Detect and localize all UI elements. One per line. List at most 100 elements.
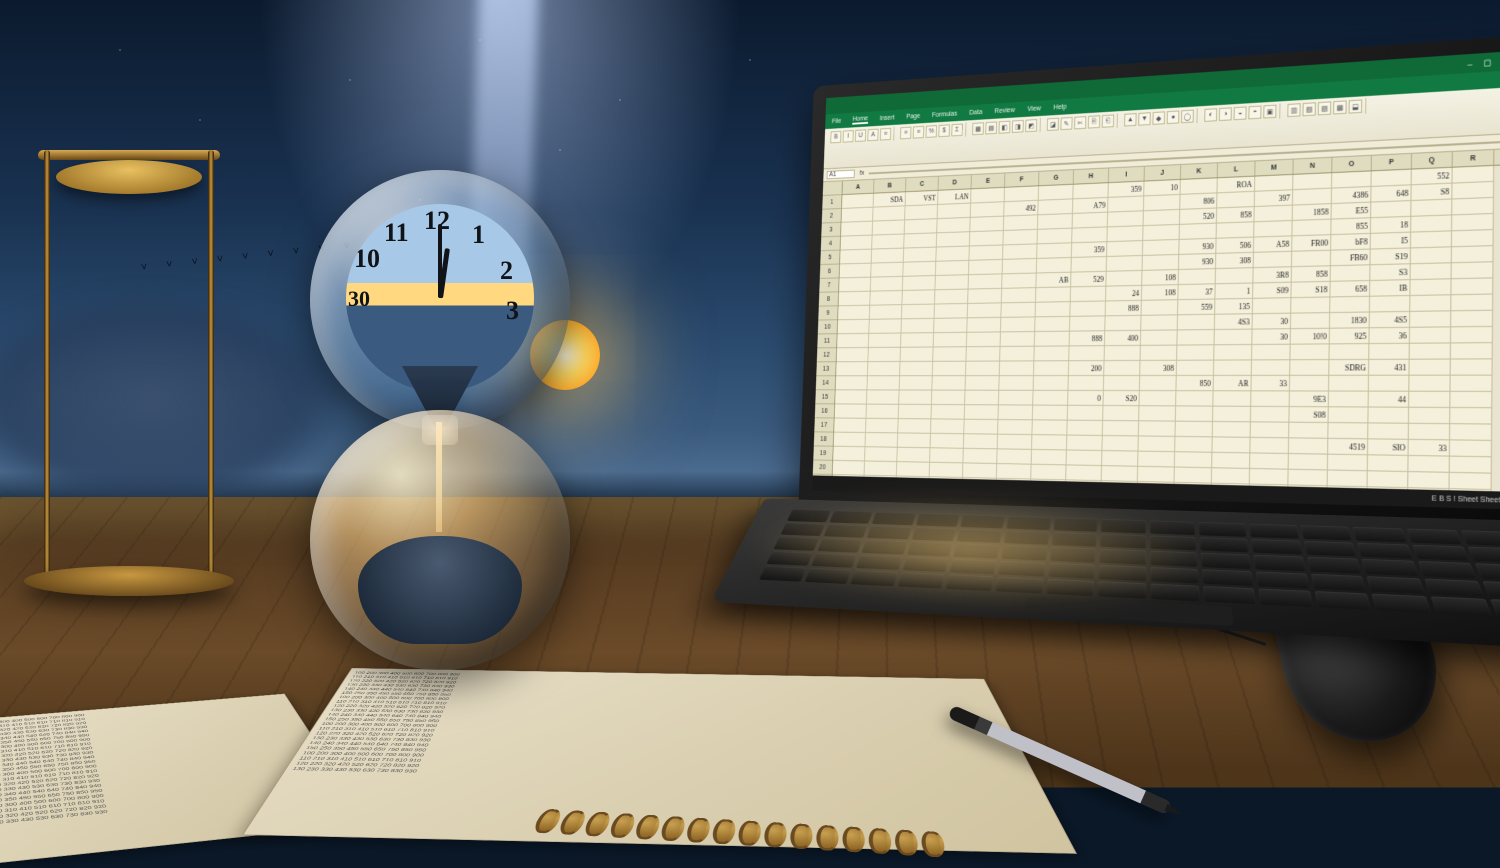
cell[interactable] (1250, 453, 1289, 469)
cell[interactable] (1289, 454, 1328, 470)
cell[interactable] (1179, 269, 1216, 285)
cell[interactable] (868, 362, 901, 376)
ribbon-tab-review[interactable]: Review (995, 107, 1016, 115)
cell[interactable]: 520 (1180, 208, 1217, 224)
cell[interactable] (1450, 408, 1492, 425)
cell[interactable] (873, 220, 906, 235)
cell[interactable] (1033, 391, 1068, 406)
cell[interactable] (833, 461, 865, 476)
cell[interactable] (1410, 295, 1451, 312)
cell[interactable] (871, 263, 904, 278)
cell[interactable] (1450, 457, 1492, 474)
cell[interactable] (869, 333, 902, 347)
ribbon-button[interactable]: ◑ (1219, 107, 1232, 121)
cell[interactable]: 4519 (1328, 439, 1368, 455)
cell[interactable] (1254, 206, 1292, 223)
cell[interactable] (1409, 392, 1450, 408)
cell[interactable] (870, 291, 903, 306)
cell[interactable] (1411, 231, 1452, 248)
ribbon-button[interactable]: ▲ (1124, 113, 1137, 126)
cell[interactable] (1035, 302, 1070, 317)
cell[interactable] (935, 275, 969, 290)
cell[interactable] (834, 418, 866, 433)
cell[interactable] (1451, 376, 1493, 392)
row-header[interactable]: 20 (813, 460, 833, 475)
cell[interactable] (1003, 230, 1038, 246)
cell[interactable]: S18 (1291, 282, 1330, 298)
cell[interactable] (1291, 297, 1330, 313)
cell[interactable] (1066, 450, 1102, 466)
cell[interactable]: S20 (1103, 391, 1139, 406)
column-header[interactable]: D (938, 175, 971, 190)
cell[interactable] (1250, 438, 1289, 454)
cell[interactable] (1102, 451, 1138, 467)
ribbon-tab-home[interactable]: Home (852, 115, 868, 124)
cell[interactable] (1002, 273, 1037, 288)
cell[interactable]: 930 (1179, 239, 1216, 255)
cell[interactable] (1369, 376, 1410, 392)
cell[interactable] (1329, 376, 1369, 392)
cell[interactable] (1452, 262, 1494, 279)
cell[interactable]: 559 (1178, 300, 1215, 316)
cell[interactable] (935, 290, 969, 305)
cell[interactable] (1005, 186, 1039, 202)
cell[interactable] (1293, 189, 1332, 206)
cell[interactable] (1001, 317, 1036, 332)
cell[interactable] (934, 304, 968, 319)
cell[interactable] (1034, 346, 1069, 361)
cell[interactable] (1143, 240, 1180, 256)
cell[interactable] (1452, 198, 1494, 215)
cell[interactable] (970, 217, 1004, 233)
cell[interactable] (1103, 406, 1139, 421)
column-header[interactable]: J (1145, 165, 1182, 181)
ribbon-button[interactable]: % (926, 125, 938, 138)
cell[interactable] (1411, 247, 1452, 264)
ribbon-tab-data[interactable]: Data (969, 109, 982, 116)
cell[interactable]: 806 (1180, 193, 1217, 210)
cell[interactable] (865, 433, 898, 448)
cell[interactable] (902, 305, 935, 320)
cell[interactable]: 359 (1072, 242, 1108, 258)
ribbon-button[interactable]: Σ (951, 124, 963, 137)
cell[interactable] (1070, 316, 1106, 331)
cell[interactable]: VST (905, 191, 938, 207)
cell[interactable] (836, 376, 868, 390)
cell[interactable] (1141, 315, 1178, 331)
cell[interactable] (997, 464, 1032, 480)
cell[interactable]: 930 (1179, 254, 1216, 270)
cell[interactable] (1212, 468, 1250, 484)
cell[interactable] (1068, 406, 1104, 421)
cell[interactable] (1368, 408, 1409, 424)
cell[interactable] (1174, 468, 1212, 484)
cell[interactable] (1330, 297, 1370, 313)
cell[interactable] (1143, 225, 1180, 241)
cell[interactable] (1140, 376, 1177, 391)
cell[interactable] (971, 188, 1005, 204)
cell[interactable] (937, 232, 970, 247)
cell[interactable] (1103, 421, 1139, 436)
cell[interactable] (1180, 224, 1217, 240)
cell[interactable] (1175, 437, 1213, 453)
cell[interactable]: FB60 (1331, 250, 1371, 267)
cell[interactable] (938, 204, 971, 220)
cell[interactable] (965, 391, 999, 406)
cell[interactable]: I5 (1371, 233, 1411, 250)
row-header[interactable]: 14 (816, 376, 835, 390)
cell[interactable]: 33 (1251, 376, 1290, 392)
cell[interactable] (1328, 423, 1368, 439)
cell[interactable] (900, 362, 933, 376)
cell[interactable] (1105, 346, 1141, 361)
ribbon-button[interactable]: ≡ (900, 127, 911, 140)
cell[interactable] (1142, 255, 1179, 271)
cell[interactable]: 888 (1070, 331, 1106, 346)
cell[interactable] (1138, 452, 1175, 468)
cell[interactable]: 0 (1068, 391, 1104, 406)
window-minimize-button[interactable]: – (1464, 58, 1475, 68)
cell[interactable] (836, 362, 868, 376)
ribbon-button[interactable]: ▧ (1302, 102, 1315, 116)
cell[interactable] (1038, 214, 1073, 230)
cell[interactable] (1037, 243, 1072, 259)
ribbon-button[interactable]: ◒ (1234, 106, 1247, 120)
cell[interactable] (1032, 450, 1067, 465)
row-header[interactable]: 2 (822, 209, 841, 224)
